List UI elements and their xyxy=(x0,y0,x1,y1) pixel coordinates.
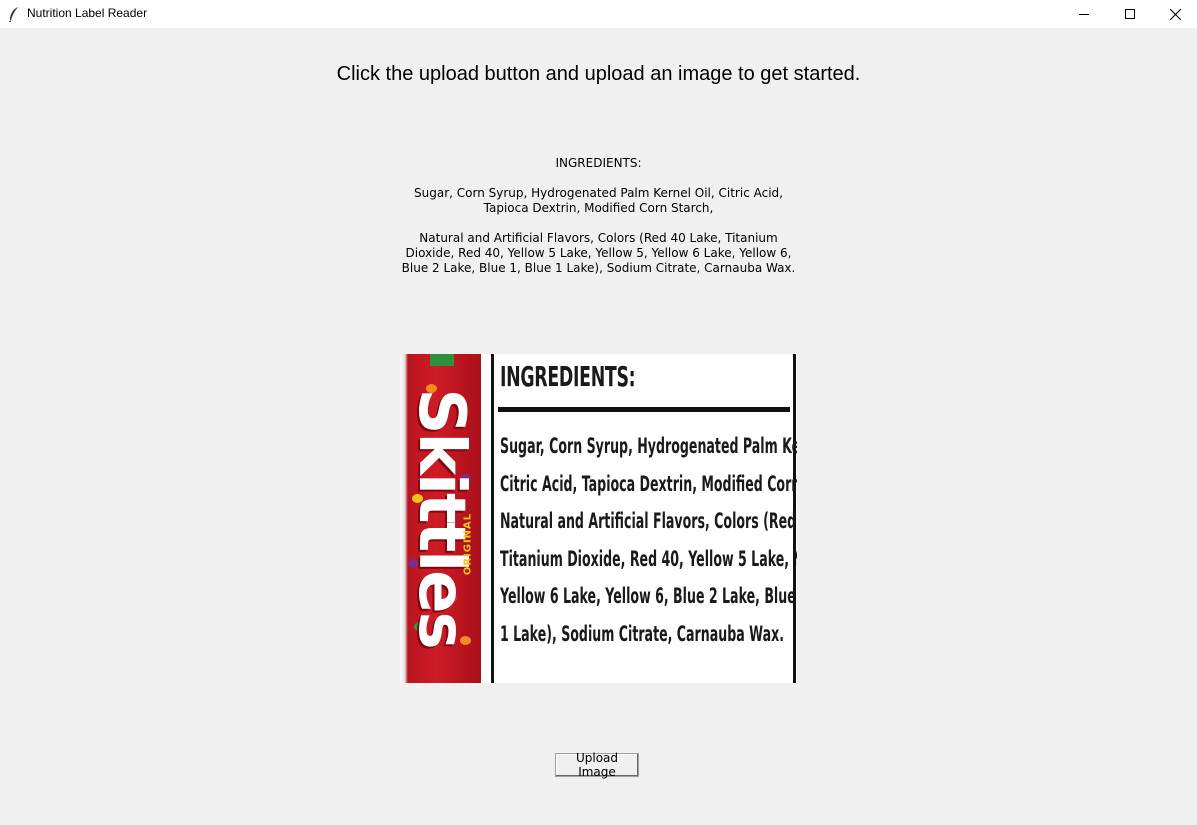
ingredients-paragraph: Sugar, Corn Syrup, Hydrogenated Palm Ker… xyxy=(414,186,783,215)
label-line: Sugar, Corn Syrup, Hydrogenated Palm Ker… xyxy=(500,434,797,458)
label-panel-body: Sugar, Corn Syrup, Hydrogenated Palm Ker… xyxy=(500,428,797,653)
minimize-icon xyxy=(1079,9,1089,19)
label-divider xyxy=(498,407,790,412)
feather-icon xyxy=(7,6,21,23)
maximize-icon xyxy=(1125,9,1135,19)
label-line: 1 Lake), Sodium Citrate, Carnauba Wax. xyxy=(500,621,784,646)
label-line: Natural and Artificial Flavors, Colors (… xyxy=(500,509,797,533)
candy-wrapper: Skittles ORIGINAL xyxy=(400,354,481,683)
maximize-button[interactable] xyxy=(1107,0,1153,28)
uploaded-label-image: Skittles ORIGINAL INGREDIENTS: Sugar, Co… xyxy=(400,354,797,683)
instruction-text: Click the upload button and upload an im… xyxy=(336,63,861,85)
extracted-ingredients-text: INGREDIENTS: Sugar, Corn Syrup, Hydrogen… xyxy=(400,156,797,276)
window-title: Nutrition Label Reader xyxy=(27,6,148,20)
title-bar: Nutrition Label Reader xyxy=(0,0,1197,28)
label-line: Yellow 6 Lake, Yellow 6, Blue 2 Lake, Bl… xyxy=(500,584,797,608)
close-icon xyxy=(1169,8,1181,20)
brand-subtitle: ORIGINAL xyxy=(462,512,474,576)
ingredients-paragraph: Natural and Artificial Flavors, Colors (… xyxy=(401,231,796,275)
label-line: Titanium Dioxide, Red 40, Yellow 5 Lake,… xyxy=(500,546,797,571)
label-line: Citric Acid, Tapioca Dextrin, Modified C… xyxy=(500,471,797,496)
close-button[interactable] xyxy=(1152,0,1197,28)
label-panel-title: INGREDIENTS: xyxy=(500,360,636,393)
upload-image-button[interactable]: Upload Image xyxy=(555,751,639,779)
minimize-button[interactable] xyxy=(1061,0,1107,28)
ingredients-heading: INGREDIENTS: xyxy=(555,156,642,170)
